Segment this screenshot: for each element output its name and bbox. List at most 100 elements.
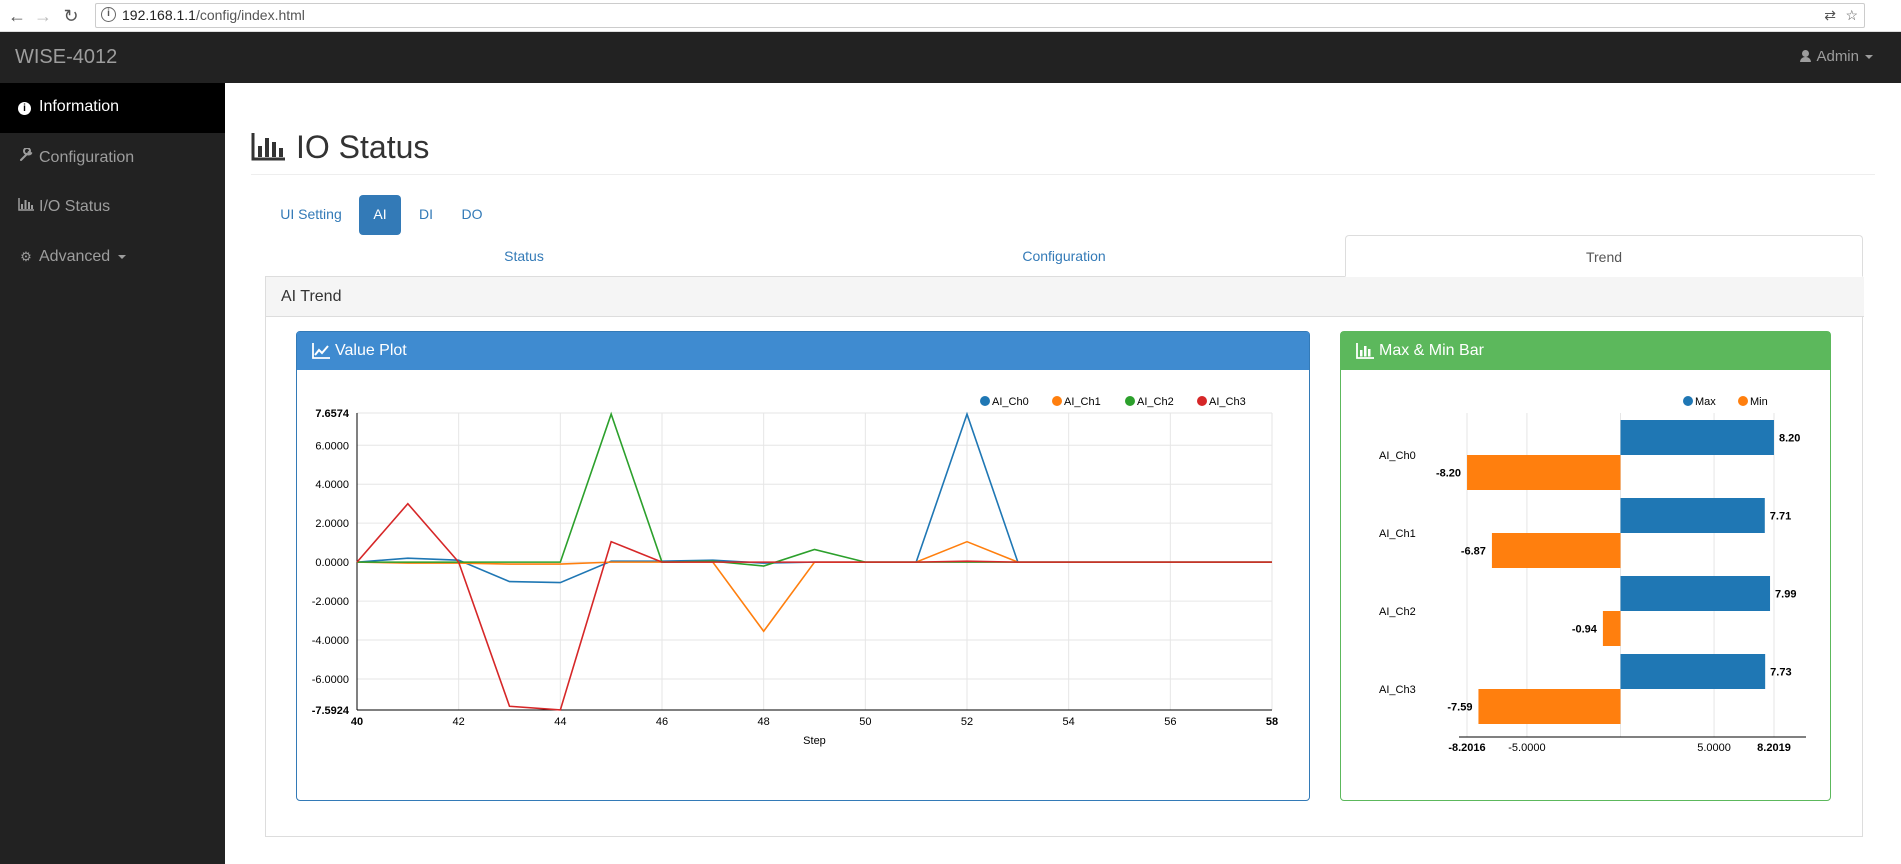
y-tick-label: 6.0000 <box>315 440 349 452</box>
x-tick-label: 8.2019 <box>1757 742 1791 754</box>
legend-swatch[interactable] <box>1683 396 1693 406</box>
bar-max-ai-ch3 <box>1620 654 1766 689</box>
pill-ui-setting[interactable]: UI Setting <box>270 195 352 235</box>
x-tick-label: 40 <box>351 716 363 728</box>
max-min-bar-title: Max & Min Bar <box>1379 342 1484 359</box>
bar-data-label: 7.99 <box>1775 589 1796 601</box>
tab-row: Status Configuration Trend <box>265 235 1863 277</box>
value-plot-panel: Value Plot 7.6574 6.0000 4.0000 2.0000 0.000… <box>296 331 1310 801</box>
line-chart-icon <box>312 343 330 359</box>
legend-label[interactable]: AI_Ch2 <box>1137 396 1174 408</box>
series-line-ai-ch0 <box>356 411 1272 584</box>
value-plot-heading: Value Plot <box>297 332 1309 370</box>
series-line-ai-ch1 <box>356 540 1272 633</box>
sidebar-item-information[interactable]: i Information <box>0 83 225 133</box>
y-tick-label: -2.0000 <box>312 596 349 608</box>
sidebar-item-label: Configuration <box>39 149 135 166</box>
top-navbar: WISE-4012 Admin <box>0 32 1901 83</box>
pill-di[interactable]: DI <box>408 195 444 235</box>
x-tick-label: 5.0000 <box>1697 742 1731 754</box>
y-tick-label: 4.0000 <box>315 479 349 491</box>
bar-data-label: 8.20 <box>1779 433 1800 445</box>
legend-swatch[interactable] <box>980 396 990 406</box>
legend-swatch[interactable] <box>1197 396 1207 406</box>
category-label: AI_Ch0 <box>1379 450 1416 462</box>
bar-data-label: -6.87 <box>1461 546 1486 558</box>
legend-label[interactable]: AI_Ch1 <box>1064 396 1101 408</box>
x-tick-label: -8.2016 <box>1448 742 1485 754</box>
pill-ai[interactable]: AI <box>359 195 401 235</box>
sidebar-item-advanced[interactable]: ⚙ Advanced <box>0 233 225 283</box>
info-circle-icon: i <box>18 102 31 115</box>
y-tick-label: 0.0000 <box>315 557 349 569</box>
bookmark-star-icon[interactable]: ☆ <box>1845 7 1858 24</box>
max-min-bar-panel: Max & Min Bar -8.2016 -5.0000 5.0000 8.2019… <box>1340 331 1831 801</box>
legend-swatch[interactable] <box>1738 396 1748 406</box>
wrench-icon <box>18 147 34 165</box>
x-tick-label: 44 <box>554 716 566 728</box>
sidebar-item-io-status[interactable]: I/O Status <box>0 183 225 233</box>
bar-data-label: 7.71 <box>1770 511 1791 523</box>
legend-label[interactable]: Min <box>1750 396 1768 408</box>
bar-chart-icon <box>251 133 285 161</box>
sidebar-item-label: Information <box>39 98 120 115</box>
tab-status[interactable]: Status <box>265 235 783 277</box>
address-bar[interactable]: i 192.168.1.1/config/index.html ⇄ ☆ <box>95 3 1865 28</box>
x-tick-label: 42 <box>453 716 465 728</box>
bar-data-label: 7.73 <box>1770 667 1791 679</box>
y-tick-label: -6.0000 <box>312 674 349 686</box>
max-min-bar-chart: -8.2016 -5.0000 5.0000 8.2019 AI_Ch0 8.20 -8.2… <box>1379 396 1806 754</box>
caret-down-icon <box>1865 55 1873 60</box>
y-tick-label: 7.6574 <box>315 408 350 420</box>
bar-data-label: -0.94 <box>1572 624 1598 636</box>
brand-name[interactable]: WISE-4012 <box>15 46 117 69</box>
tab-configuration[interactable]: Configuration <box>805 235 1323 277</box>
bar-min-ai-ch0 <box>1467 455 1621 490</box>
category-label: AI_Ch1 <box>1379 528 1416 540</box>
legend-label[interactable]: AI_Ch0 <box>992 396 1029 408</box>
x-axis-label: Step <box>803 735 826 747</box>
reload-icon[interactable]: ↻ <box>60 5 82 27</box>
bar-max-ai-ch2 <box>1620 576 1771 611</box>
forward-arrow-icon[interactable]: → <box>32 5 54 27</box>
bar-chart-icon <box>18 198 34 214</box>
legend-swatch[interactable] <box>1125 396 1135 406</box>
x-tick-label: 58 <box>1266 716 1278 728</box>
page-title: IO Status <box>296 129 430 165</box>
x-tick-label: 46 <box>656 716 668 728</box>
translate-icon[interactable]: ⇄ <box>1824 7 1836 24</box>
x-tick-label: 52 <box>961 716 973 728</box>
series-line-ai-ch2 <box>357 411 1272 567</box>
bar-chart-icon <box>1356 343 1374 359</box>
legend-swatch[interactable] <box>1052 396 1062 406</box>
sidebar-item-configuration[interactable]: Configuration <box>0 133 225 183</box>
x-tick-label: 56 <box>1164 716 1176 728</box>
bar-max-ai-ch0 <box>1620 420 1774 455</box>
bar-min-ai-ch2 <box>1602 611 1621 646</box>
site-info-icon[interactable]: i <box>101 7 116 22</box>
x-tick-label: 48 <box>758 716 770 728</box>
bar-max-ai-ch1 <box>1620 498 1765 533</box>
legend-label[interactable]: Max <box>1695 396 1716 408</box>
sidebar-item-label: Advanced <box>39 248 111 265</box>
back-arrow-icon[interactable]: ← <box>6 5 28 27</box>
section-title: AI Trend <box>266 277 1864 317</box>
value-plot-title: Value Plot <box>335 342 407 359</box>
page-header: IO Status <box>251 125 1875 175</box>
category-label: AI_Ch3 <box>1379 684 1416 696</box>
category-label: AI_Ch2 <box>1379 606 1416 618</box>
y-tick-label: -4.0000 <box>312 635 349 647</box>
bar-min-ai-ch3 <box>1478 689 1621 724</box>
y-tick-label: 2.0000 <box>315 518 349 530</box>
user-icon <box>1800 50 1812 62</box>
bar-data-label: -7.59 <box>1447 702 1472 714</box>
tab-trend[interactable]: Trend <box>1345 235 1863 277</box>
x-tick-label: 50 <box>859 716 871 728</box>
legend-label[interactable]: AI_Ch3 <box>1209 396 1246 408</box>
pill-do[interactable]: DO <box>451 195 493 235</box>
bar-min-ai-ch1 <box>1491 533 1621 568</box>
max-min-bar-heading: Max & Min Bar <box>1341 332 1830 370</box>
user-name: Admin <box>1816 48 1859 65</box>
x-tick-label: -5.0000 <box>1508 742 1545 754</box>
user-menu[interactable]: Admin <box>1800 48 1873 65</box>
